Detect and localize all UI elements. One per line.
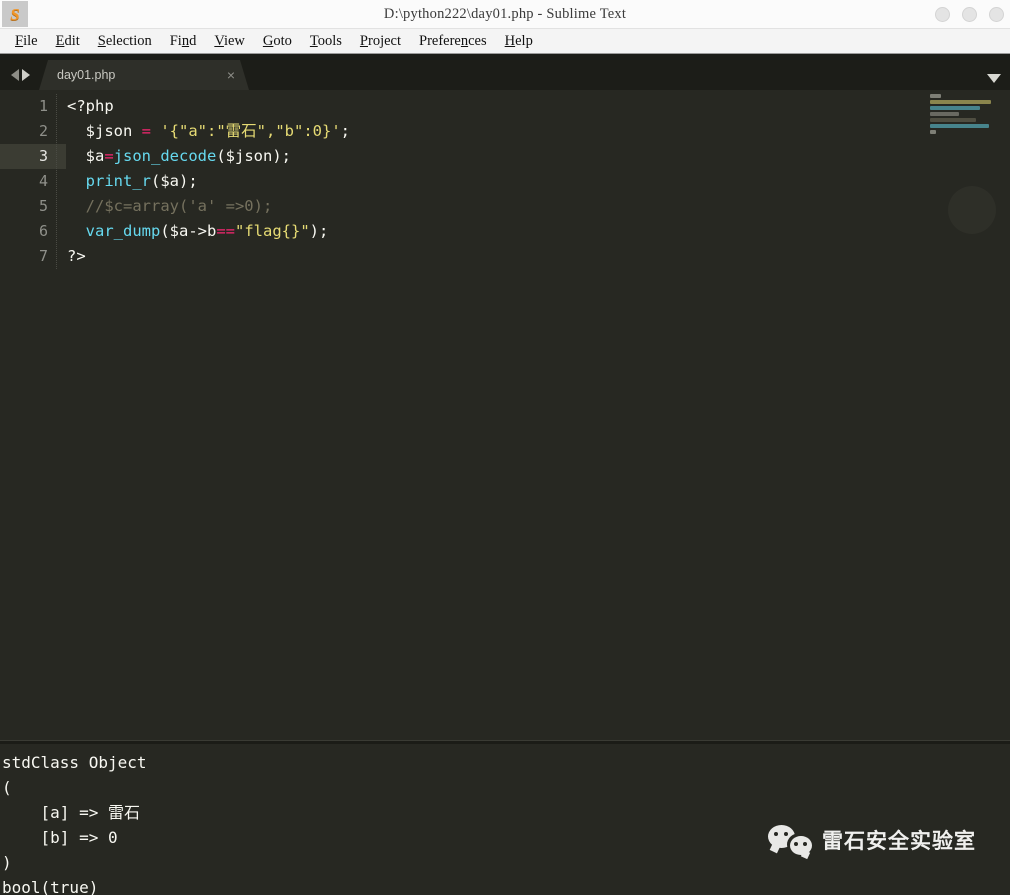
code-line[interactable]: //$c=array('a' =>0); — [67, 194, 1010, 219]
minimap-row — [930, 112, 959, 116]
wechat-icon — [768, 825, 812, 855]
minimap-row — [930, 118, 976, 122]
code-token-plain: ; — [341, 122, 350, 140]
sublime-text-window: S D:\python222\day01.php - Sublime Text … — [0, 0, 1010, 895]
menu-item-tools[interactable]: Tools — [301, 33, 351, 50]
circle-watermark — [948, 186, 996, 234]
close-icon[interactable]: × — [209, 68, 235, 82]
window-controls — [935, 0, 1004, 28]
code-token-str: "flag{}" — [235, 222, 310, 240]
code-token-plain: ($json); — [216, 147, 291, 165]
code-token-com: //$c=array('a' =>0); — [67, 197, 272, 215]
window-title: D:\python222\day01.php - Sublime Text — [0, 6, 1010, 23]
menu-item-edit[interactable]: Edit — [47, 33, 89, 50]
line-number: 3 — [0, 144, 48, 169]
code-token-plain: $a — [67, 147, 104, 165]
line-number: 2 — [0, 119, 48, 144]
line-number: 6 — [0, 219, 48, 244]
code-line[interactable]: <?php — [67, 94, 1010, 119]
menu-item-find[interactable]: Find — [161, 33, 206, 50]
menu-bar: FileEditSelectionFindViewGotoToolsProjec… — [0, 29, 1010, 54]
line-number: 5 — [0, 194, 48, 219]
tab-prev-arrow-icon[interactable] — [11, 69, 19, 81]
code-token-op: = — [104, 147, 113, 165]
close-button[interactable] — [989, 7, 1004, 22]
chevron-down-icon[interactable] — [987, 74, 1001, 83]
tab-day01-php[interactable]: day01.php × — [39, 60, 249, 90]
output-line: [a] => 雷石 — [0, 800, 1010, 825]
minimap[interactable] — [930, 94, 1004, 140]
code-content[interactable]: <?php $json = '{"a":"雷石","b":0}'; $a=jso… — [56, 94, 1010, 269]
code-token-plain: ); — [310, 222, 329, 240]
build-output-panel[interactable]: stdClass Object( [a] => 雷石 [b] => 0)bool… — [0, 744, 1010, 895]
menu-item-file[interactable]: File — [6, 33, 47, 50]
sublime-logo-glyph: S — [10, 6, 19, 23]
code-area: 1234567 <?php $json = '{"a":"雷石","b":0}'… — [0, 90, 1010, 269]
code-editor[interactable]: 1234567 <?php $json = '{"a":"雷石","b":0}'… — [0, 90, 1010, 740]
code-token-plain — [151, 122, 160, 140]
code-token-plain: ($a); — [151, 172, 198, 190]
menu-item-preferences[interactable]: Preferences — [410, 33, 496, 50]
line-number: 7 — [0, 244, 48, 269]
menu-item-help[interactable]: Help — [496, 33, 542, 50]
code-token-plain — [67, 172, 86, 190]
output-lines: stdClass Object( [a] => 雷石 [b] => 0)bool… — [0, 750, 1010, 895]
tab-label: day01.php — [57, 68, 209, 82]
code-token-fn: print_r — [86, 172, 151, 190]
menu-item-selection[interactable]: Selection — [89, 33, 161, 50]
watermark-text: 雷石安全实验室 — [822, 825, 976, 855]
watermark: 雷石安全实验室 — [768, 825, 976, 855]
sublime-logo-icon: S — [2, 1, 28, 27]
code-token-plain: ?> — [67, 247, 86, 265]
code-token-fn: var_dump — [86, 222, 161, 240]
code-line[interactable]: $a=json_decode($json); — [67, 144, 1010, 169]
line-number: 1 — [0, 94, 48, 119]
title-bar: S D:\python222\day01.php - Sublime Text — [0, 0, 1010, 29]
maximize-button[interactable] — [962, 7, 977, 22]
code-token-plain: ($a->b — [160, 222, 216, 240]
code-token-fn: json_decode — [114, 147, 217, 165]
code-token-op: = — [142, 122, 151, 140]
menu-item-goto[interactable]: Goto — [254, 33, 301, 50]
menu-item-view[interactable]: View — [205, 33, 254, 50]
line-number: 4 — [0, 169, 48, 194]
minimap-row — [930, 100, 991, 104]
output-line: stdClass Object — [0, 750, 1010, 775]
code-line[interactable]: $json = '{"a":"雷石","b":0}'; — [67, 119, 1010, 144]
code-token-op: == — [216, 222, 235, 240]
line-number-gutter: 1234567 — [0, 94, 56, 269]
output-line: ( — [0, 775, 1010, 800]
minimize-button[interactable] — [935, 7, 950, 22]
minimap-row — [930, 106, 980, 110]
code-token-plain: $json — [67, 122, 142, 140]
code-token-str: '{"a":"雷石","b":0}' — [160, 122, 340, 140]
minimap-row — [930, 130, 936, 134]
tab-next-arrow-icon[interactable] — [22, 69, 30, 81]
minimap-row — [930, 94, 941, 98]
code-line[interactable]: print_r($a); — [67, 169, 1010, 194]
minimap-row — [930, 124, 989, 128]
tab-nav-arrows[interactable] — [0, 69, 39, 90]
code-line[interactable]: var_dump($a->b=="flag{}"); — [67, 219, 1010, 244]
tab-bar: day01.php × — [0, 54, 1010, 90]
code-token-plain: <?php — [67, 97, 114, 115]
output-line: bool(true) — [0, 875, 1010, 895]
code-token-plain — [67, 222, 86, 240]
code-line[interactable]: ?> — [67, 244, 1010, 269]
menu-item-project[interactable]: Project — [351, 33, 410, 50]
